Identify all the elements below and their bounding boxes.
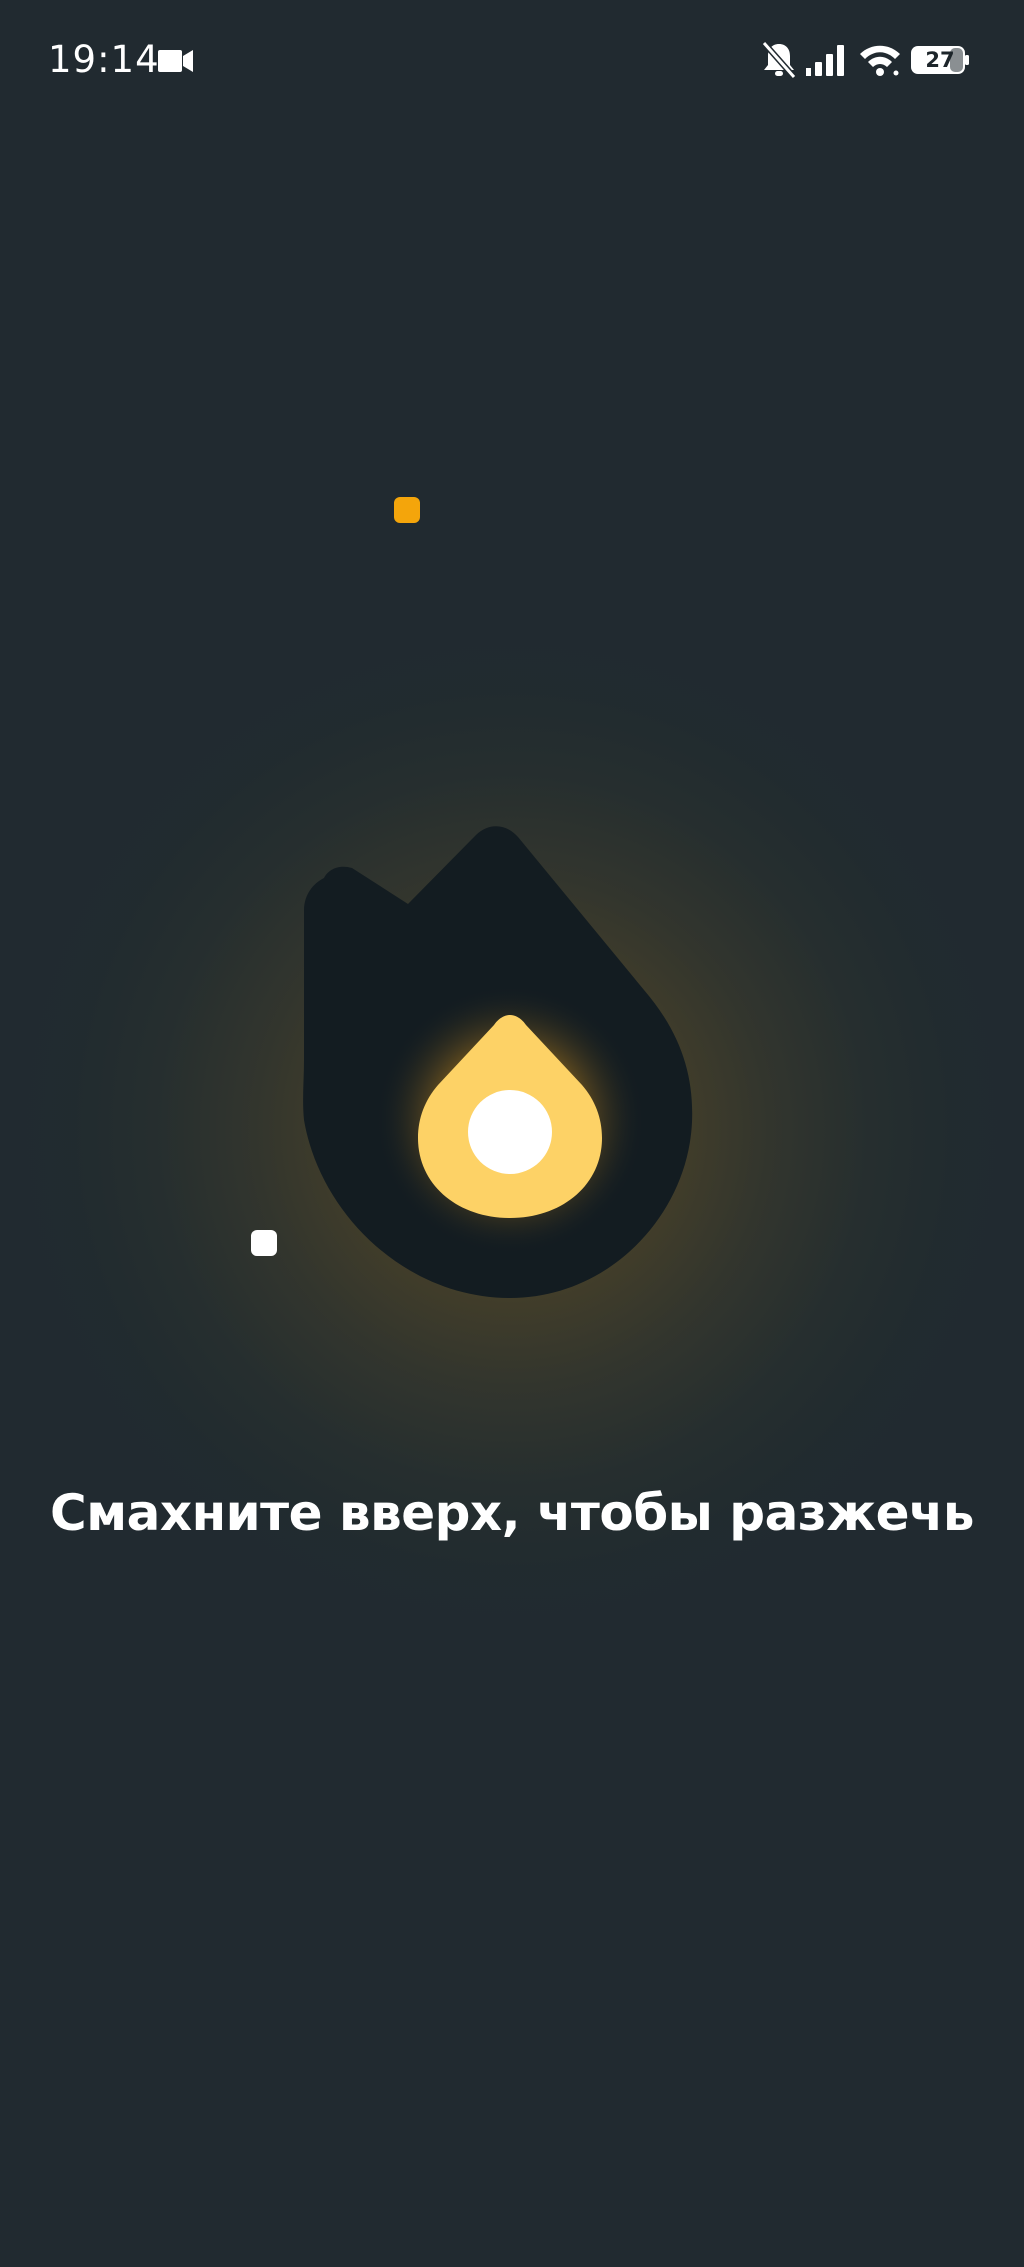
ember-particle <box>394 497 420 523</box>
bell-off-icon <box>761 41 797 79</box>
swipe-up-hint: Смахните вверх, чтобы разжечь <box>50 1484 974 1542</box>
status-icons: 27 <box>760 38 970 82</box>
flame-icon[interactable] <box>280 800 740 1320</box>
video-camera-icon <box>158 50 193 72</box>
battery-icon: 27 <box>910 44 970 76</box>
signal-icon <box>806 45 844 76</box>
spark-particle <box>251 1230 277 1256</box>
battery-level: 27 <box>925 48 955 72</box>
status-bar: 19:14 27 <box>0 0 1024 120</box>
screen: 19:14 27 Смахните вверх, чтобы разжечь <box>0 0 1024 2267</box>
wifi-icon <box>860 45 900 76</box>
status-time: 19:14 <box>48 38 160 81</box>
